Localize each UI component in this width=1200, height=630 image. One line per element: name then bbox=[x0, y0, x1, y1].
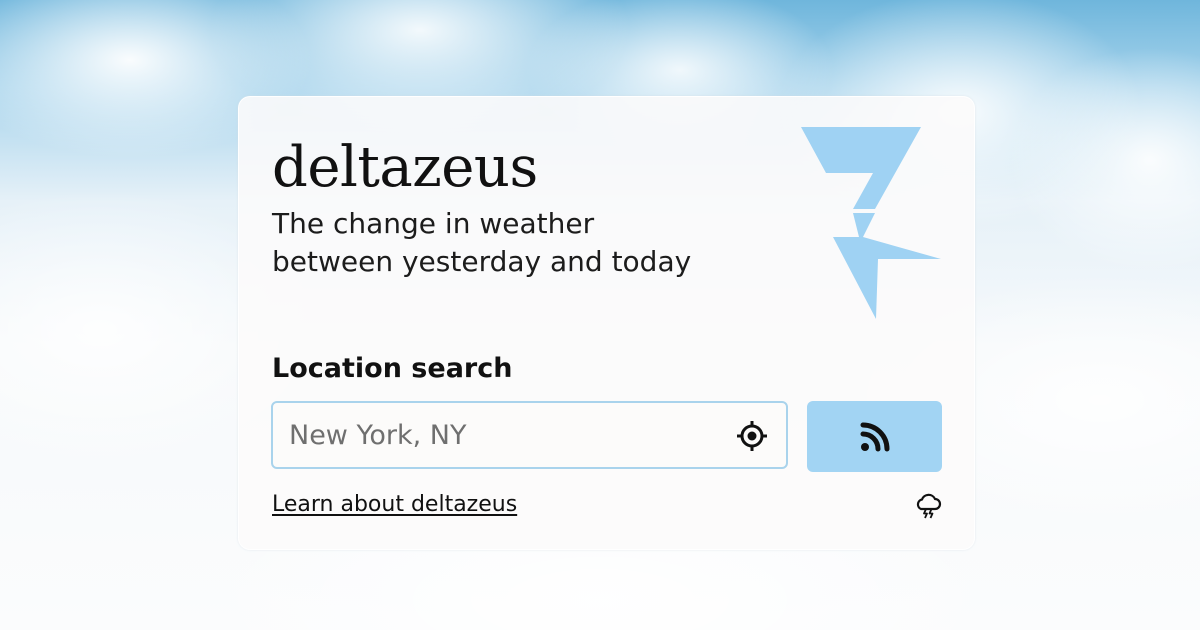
location-search-box bbox=[271, 401, 788, 469]
location-search-label: Location search bbox=[272, 353, 513, 384]
rss-feed-icon bbox=[860, 422, 889, 451]
subscribe-rss-button[interactable] bbox=[807, 401, 942, 472]
deltazeus-logo-icon bbox=[801, 127, 941, 319]
crosshair-target-icon[interactable] bbox=[736, 420, 768, 452]
tagline-line-1: The change in weather bbox=[272, 207, 595, 240]
brand-title: deltazeus bbox=[272, 135, 538, 200]
main-card: deltazeus The change in weather between … bbox=[238, 96, 975, 550]
thunderstorm-cloud-icon[interactable] bbox=[914, 491, 942, 519]
tagline: The change in weather between yesterday … bbox=[272, 205, 732, 281]
learn-about-link[interactable]: Learn about deltazeus bbox=[272, 490, 517, 520]
tagline-line-2: between yesterday and today bbox=[272, 245, 692, 278]
location-search-input[interactable] bbox=[273, 403, 713, 467]
